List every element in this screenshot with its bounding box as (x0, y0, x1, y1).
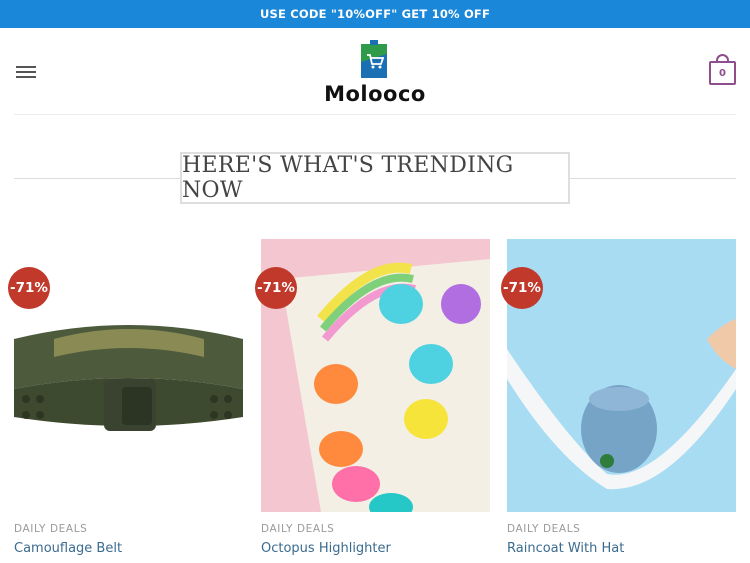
product-name[interactable]: Raincoat With Hat (507, 541, 624, 556)
header-divider (14, 114, 736, 115)
cart-logo-icon (361, 40, 387, 78)
section-title: HERE'S WHAT'S TRENDING NOW (180, 152, 570, 204)
discount-badge: -71% (8, 267, 50, 309)
product-category[interactable]: DAILY DEALS (14, 523, 87, 535)
logo-text: Molooco (324, 82, 426, 106)
product-name[interactable]: Camouflage Belt (14, 541, 122, 556)
product-name[interactable]: Octopus Highlighter (261, 541, 391, 556)
product-category[interactable]: DAILY DEALS (507, 523, 580, 535)
product-card[interactable]: -71% DAILY DEALS Camouflage Belt (8, 239, 243, 563)
product-category[interactable]: DAILY DEALS (261, 523, 334, 535)
site-header: Molooco 0 (0, 28, 750, 114)
product-card[interactable]: -71% DAILY DEALS Octopus Highlighter (255, 239, 490, 563)
discount-badge: -71% (255, 267, 297, 309)
menu-icon[interactable] (16, 64, 36, 80)
promo-text: USE CODE "10%OFF" GET 10% OFF (259, 7, 491, 21)
site-logo[interactable]: Molooco (313, 40, 437, 108)
discount-badge: -71% (501, 267, 543, 309)
promo-banner[interactable]: USE CODE "10%OFF" GET 10% OFF (0, 0, 750, 28)
product-card[interactable]: -71% DAILY DEALS Raincoat With Hat (501, 239, 736, 563)
cart-count: 0 (709, 61, 736, 85)
cart-button[interactable]: 0 (709, 54, 736, 85)
